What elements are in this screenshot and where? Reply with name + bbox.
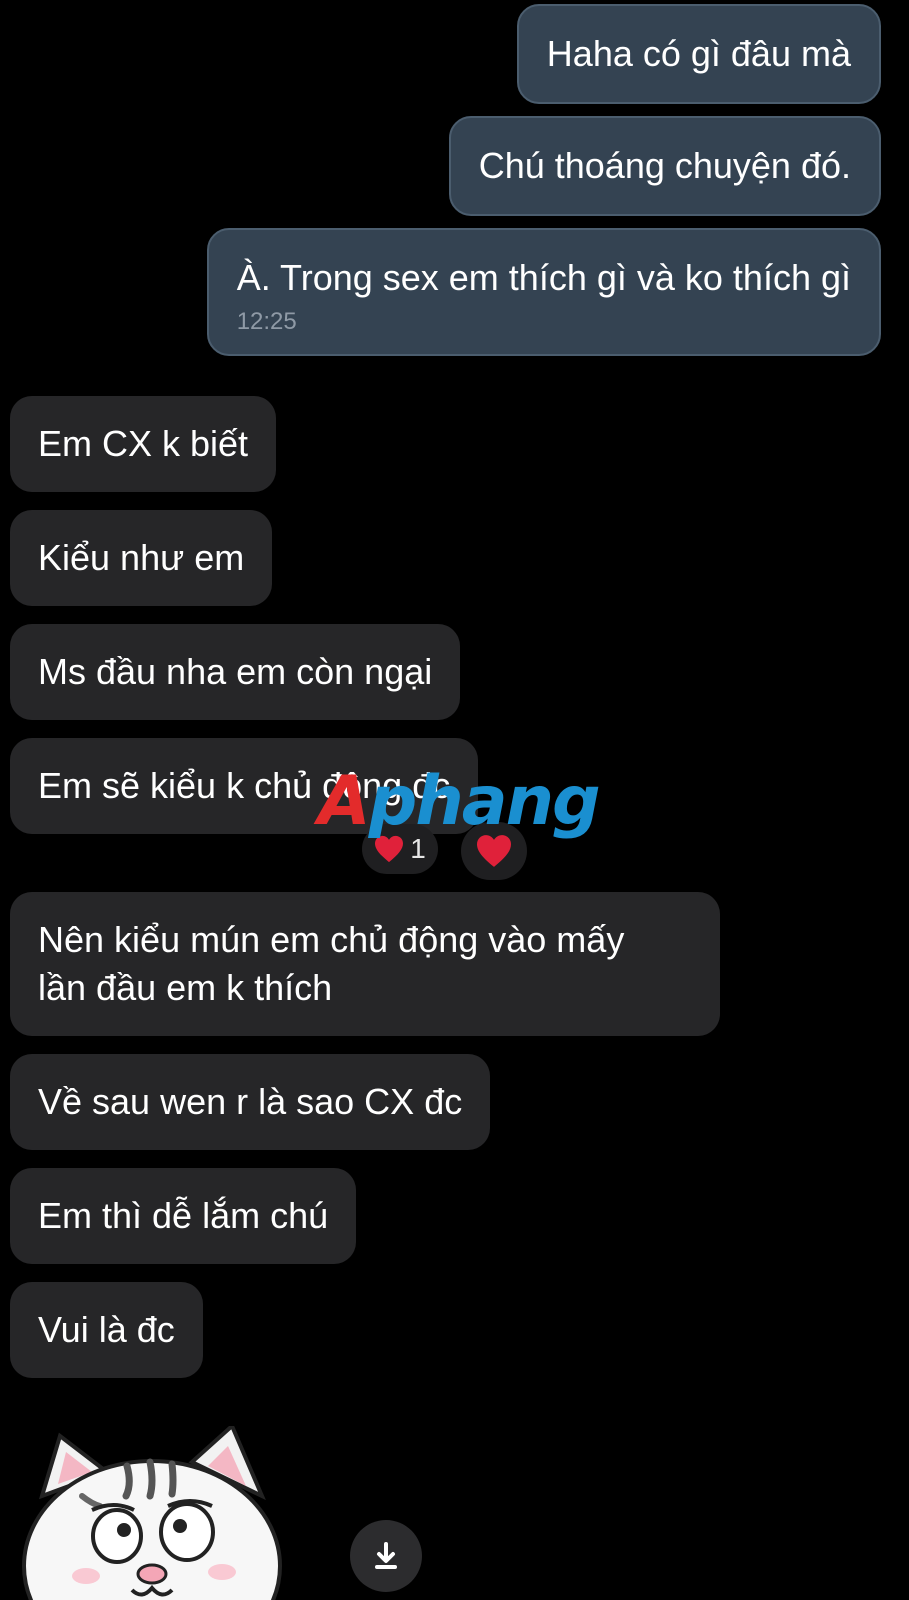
message-text: Kiểu như em <box>38 537 245 578</box>
watermark-logo-part: A <box>318 762 371 841</box>
message-text: Về sau wen r là sao CX đc <box>38 1081 463 1122</box>
message-text-line: lần đầu em k thích <box>38 967 333 1008</box>
message-text-line: Nên kiểu mún em chủ động vào mấy <box>38 919 625 960</box>
outgoing-message[interactable]: Haha có gì đâu mà <box>516 4 881 104</box>
cat-sticker[interactable] <box>22 1426 292 1600</box>
outgoing-message[interactable]: Chú thoáng chuyện đó. <box>448 116 881 216</box>
message-text: À. Trong sex em thích gì và ko thích gì <box>236 257 851 298</box>
download-arrow-icon <box>375 1542 397 1569</box>
message-text: Em thì dễ lắm chú <box>38 1195 329 1236</box>
incoming-message[interactable]: Kiểu như em <box>10 510 273 606</box>
incoming-message[interactable]: Nên kiểu mún em chủ động vào mấy lần đầu… <box>10 892 720 1036</box>
message-text: Ms đầu nha em còn ngại <box>38 651 433 692</box>
incoming-message[interactable]: Em thì dễ lắm chú <box>10 1168 357 1264</box>
watermark-logo: Aphang <box>318 762 601 841</box>
incoming-message[interactable]: Vui là đc <box>10 1282 203 1378</box>
incoming-message[interactable]: Em CX k biết <box>10 396 277 492</box>
message-text: Vui là đc <box>38 1309 175 1350</box>
cat-sticker-image <box>22 1426 282 1600</box>
message-text: Haha có gì đâu mà <box>546 33 851 74</box>
message-text: Em CX k biết <box>38 423 249 464</box>
message-text: Chú thoáng chuyện đó. <box>478 145 851 186</box>
download-button[interactable] <box>350 1520 422 1592</box>
outgoing-message[interactable]: À. Trong sex em thích gì và ko thích gì … <box>206 228 881 356</box>
incoming-message[interactable]: Ms đầu nha em còn ngại <box>10 624 461 720</box>
incoming-message[interactable]: Về sau wen r là sao CX đc <box>10 1054 491 1150</box>
message-timestamp: 12:25 <box>236 308 297 335</box>
watermark-logo-part: phang <box>368 762 601 841</box>
